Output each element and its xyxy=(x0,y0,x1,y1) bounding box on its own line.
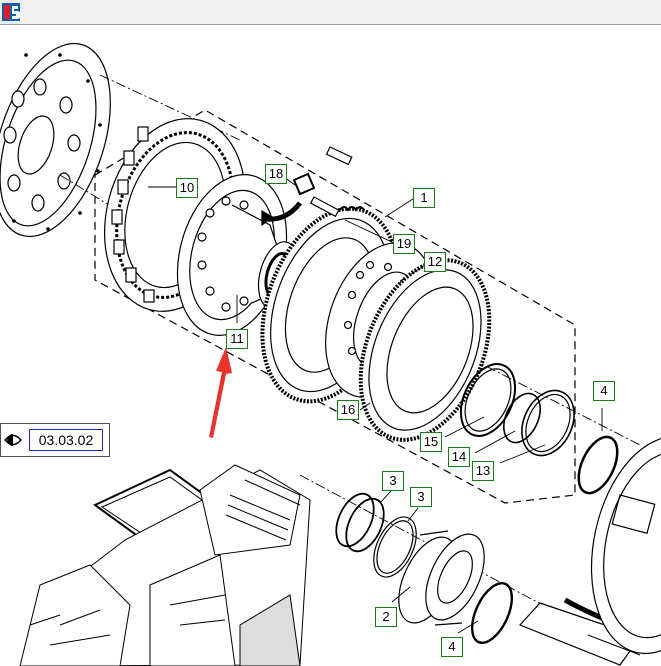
callout-12[interactable]: 12 xyxy=(424,252,446,272)
pointer-arrow xyxy=(209,347,232,438)
callout-19[interactable]: 19 xyxy=(393,234,415,254)
callout-4-upper[interactable]: 4 xyxy=(593,381,615,401)
callout-18[interactable]: 18 xyxy=(265,164,287,184)
page-reference-link[interactable]: 03.03.02 xyxy=(29,429,103,451)
bolt-18 xyxy=(292,146,365,218)
machine-illustration xyxy=(19,464,311,666)
callout-14[interactable]: 14 xyxy=(448,447,470,467)
bearing-2 xyxy=(398,530,485,626)
title-bar xyxy=(0,0,661,25)
callout-15[interactable]: 15 xyxy=(420,432,442,452)
page-reference-box: 03.03.02 xyxy=(0,423,110,457)
callout-2[interactable]: 2 xyxy=(375,607,397,627)
callout-11[interactable]: 11 xyxy=(226,329,248,349)
app-logo-icon[interactable] xyxy=(2,3,20,21)
callout-3-upper[interactable]: 3 xyxy=(382,471,404,491)
callout-3-lower[interactable]: 3 xyxy=(410,487,432,507)
exploded-parts-diagram: 1 10 18 19 12 11 16 15 14 13 4 3 3 2 4 0… xyxy=(0,25,661,666)
callout-16[interactable]: 16 xyxy=(337,400,359,420)
view-eye-icon[interactable] xyxy=(4,430,22,450)
callout-4-lower[interactable]: 4 xyxy=(441,637,463,657)
diagram-drawing xyxy=(0,42,661,666)
callout-1[interactable]: 1 xyxy=(413,188,435,208)
callout-13[interactable]: 13 xyxy=(472,461,494,481)
callout-10[interactable]: 10 xyxy=(176,178,198,198)
